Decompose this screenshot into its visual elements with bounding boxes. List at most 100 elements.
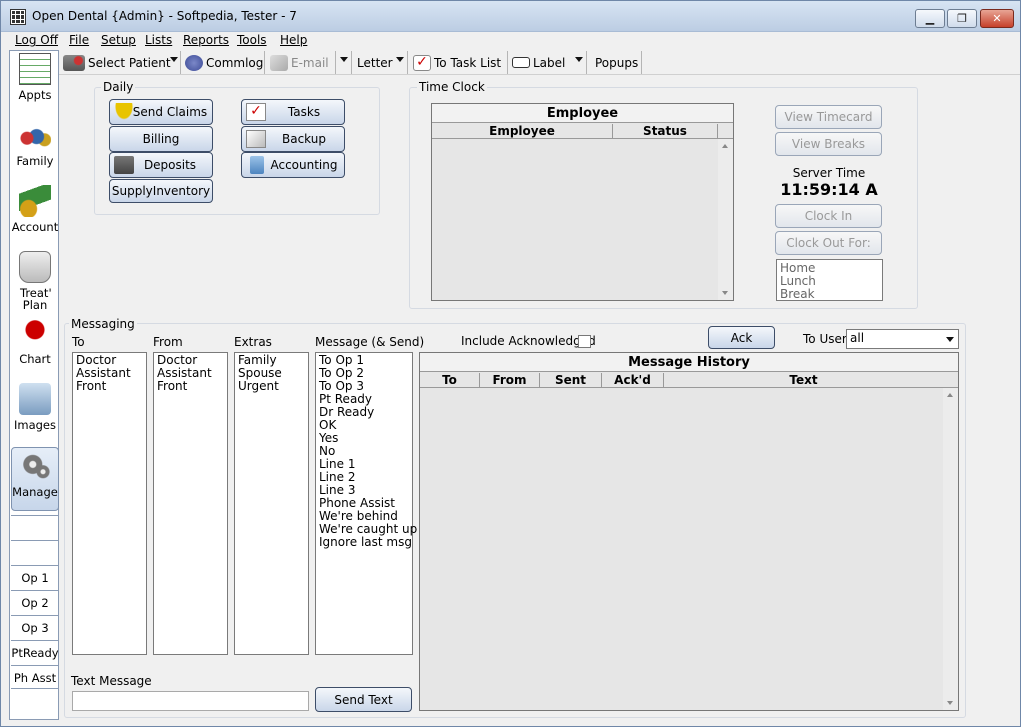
employee-grid-scrollbar[interactable] <box>718 139 733 300</box>
time-clock-group-title: Time Clock <box>417 80 487 94</box>
select-patient-label: Select Patient <box>88 55 171 70</box>
task-check-icon: ✓ <box>413 54 431 71</box>
text-message-input[interactable] <box>72 691 309 711</box>
quick-button-ptready[interactable]: PtReady <box>11 640 59 664</box>
accounting-button[interactable]: Accounting <box>241 152 345 178</box>
select-patient-dropdown-icon[interactable] <box>170 57 178 62</box>
label-button[interactable]: Label <box>512 52 565 73</box>
supply-inventory-button[interactable]: SupplyInventory <box>109 179 213 203</box>
view-breaks-button[interactable]: View Breaks <box>775 132 882 156</box>
list-item[interactable]: Front <box>76 380 143 393</box>
quick-button-blank[interactable] <box>11 515 59 539</box>
commlog-label: Commlog <box>206 55 264 70</box>
list-item[interactable]: Ignore last msg <box>319 536 412 549</box>
message-history-grid[interactable]: Message History To From Sent Ack'd Text <box>419 352 959 711</box>
server-time-label: Server Time <box>792 166 866 180</box>
module-appts[interactable]: Appts <box>11 51 59 115</box>
scroll-up-icon[interactable] <box>947 393 953 397</box>
deposits-label: Deposits <box>143 158 197 172</box>
gears-icon <box>20 450 52 482</box>
list-item[interactable]: Urgent <box>238 380 305 393</box>
family-icon <box>19 119 51 151</box>
module-treat-plan[interactable]: Treat' Plan <box>11 249 59 313</box>
tasks-button[interactable]: ✓ Tasks <box>241 99 345 125</box>
scroll-down-icon[interactable] <box>722 291 728 295</box>
app-grid-icon <box>10 9 26 25</box>
messaging-group-title: Messaging <box>69 317 137 331</box>
menu-file[interactable]: File <box>69 33 89 47</box>
quick-button-ph-asst[interactable]: Ph Asst <box>11 665 59 689</box>
ack-button[interactable]: Ack <box>708 326 775 349</box>
column-text[interactable]: Text <box>664 373 943 387</box>
module-chart-label: Chart <box>19 352 51 366</box>
module-account[interactable]: Account <box>11 183 59 247</box>
deposits-button[interactable]: Deposits <box>109 152 213 178</box>
toolbar-separator <box>641 51 642 74</box>
quick-button-op1[interactable]: Op 1 <box>11 565 59 589</box>
scroll-up-icon[interactable] <box>722 144 728 148</box>
module-chart[interactable]: Chart <box>11 315 59 379</box>
quick-button-blank[interactable] <box>11 540 59 564</box>
column-status[interactable]: Status <box>613 124 718 138</box>
label-label: Label <box>533 55 566 70</box>
letter-dropdown-icon[interactable] <box>396 57 404 62</box>
message-list[interactable]: To Op 1 To Op 2 To Op 3 Pt Ready Dr Read… <box>315 352 417 655</box>
module-account-label: Account <box>11 220 59 234</box>
column-sent[interactable]: Sent <box>540 373 602 387</box>
send-text-button[interactable]: Send Text <box>315 687 412 712</box>
message-send-label: Message (& Send) <box>315 335 425 349</box>
column-to[interactable]: To <box>420 373 480 387</box>
to-user-value: all <box>850 331 865 345</box>
select-patient-button[interactable]: Select Patient <box>63 52 171 73</box>
clock-out-button[interactable]: Clock Out For: <box>775 231 882 255</box>
employee-grid[interactable]: Employee Employee Status <box>431 103 734 301</box>
menu-lists[interactable]: Lists <box>145 33 172 47</box>
to-task-list-button[interactable]: ✓ To Task List <box>413 52 501 73</box>
chevron-down-icon[interactable] <box>946 337 954 342</box>
billing-button[interactable]: Billing <box>109 126 213 152</box>
commlog-icon <box>185 54 203 71</box>
module-manage-label: Manage <box>12 485 58 499</box>
email-button[interactable]: E-mail <box>270 52 329 73</box>
module-family[interactable]: Family <box>11 117 59 181</box>
to-label: To <box>72 335 85 349</box>
scroll-down-icon[interactable] <box>947 701 953 705</box>
extras-list[interactable]: Family Spouse Urgent <box>234 352 309 655</box>
popups-button[interactable]: Popups <box>595 52 638 73</box>
label-dropdown-icon[interactable] <box>575 57 583 62</box>
task-check-icon: ✓ <box>246 103 266 121</box>
quick-button-op2[interactable]: Op 2 <box>11 590 59 614</box>
minimize-button[interactable]: ▁ <box>915 9 945 28</box>
from-list[interactable]: Doctor Assistant Front <box>153 352 228 655</box>
letter-button[interactable]: Letter <box>357 52 393 73</box>
column-ackd[interactable]: Ack'd <box>602 373 664 387</box>
column-from[interactable]: From <box>480 373 540 387</box>
send-claims-button[interactable]: Send Claims <box>109 99 213 125</box>
to-list[interactable]: Doctor Assistant Front <box>72 352 147 655</box>
quick-button-op3[interactable]: Op 3 <box>11 615 59 639</box>
column-employee[interactable]: Employee <box>432 124 613 138</box>
menu-setup[interactable]: Setup <box>101 33 136 47</box>
list-item[interactable]: Break <box>780 288 879 301</box>
menu-help[interactable]: Help <box>280 33 307 47</box>
menu-tools[interactable]: Tools <box>237 33 267 47</box>
view-timecard-button[interactable]: View Timecard <box>775 105 882 129</box>
module-manage[interactable]: Manage <box>11 447 59 511</box>
backup-button[interactable]: Backup <box>241 126 345 152</box>
module-images[interactable]: Images <box>11 381 59 445</box>
server-time-value: 11:59:14 A <box>780 180 878 199</box>
clock-in-button[interactable]: Clock In <box>775 204 882 228</box>
maximize-button[interactable]: ❐ <box>947 9 977 28</box>
commlog-button[interactable]: Commlog <box>185 52 263 73</box>
menu-reports[interactable]: Reports <box>183 33 229 47</box>
close-button[interactable]: ✕ <box>980 9 1014 28</box>
toolbar-separator <box>335 51 336 74</box>
list-item[interactable]: Front <box>157 380 224 393</box>
menu-log-off[interactable]: Log Off <box>15 33 58 47</box>
include-acknowledged-checkbox[interactable] <box>578 335 591 348</box>
message-history-scrollbar[interactable] <box>943 388 958 710</box>
to-user-select[interactable]: all <box>846 329 959 349</box>
email-dropdown-icon[interactable] <box>340 57 348 62</box>
clock-out-reason-list[interactable]: Home Lunch Break <box>776 259 883 301</box>
app-window: Open Dental {Admin} - Softpedia, Tester … <box>0 0 1021 727</box>
